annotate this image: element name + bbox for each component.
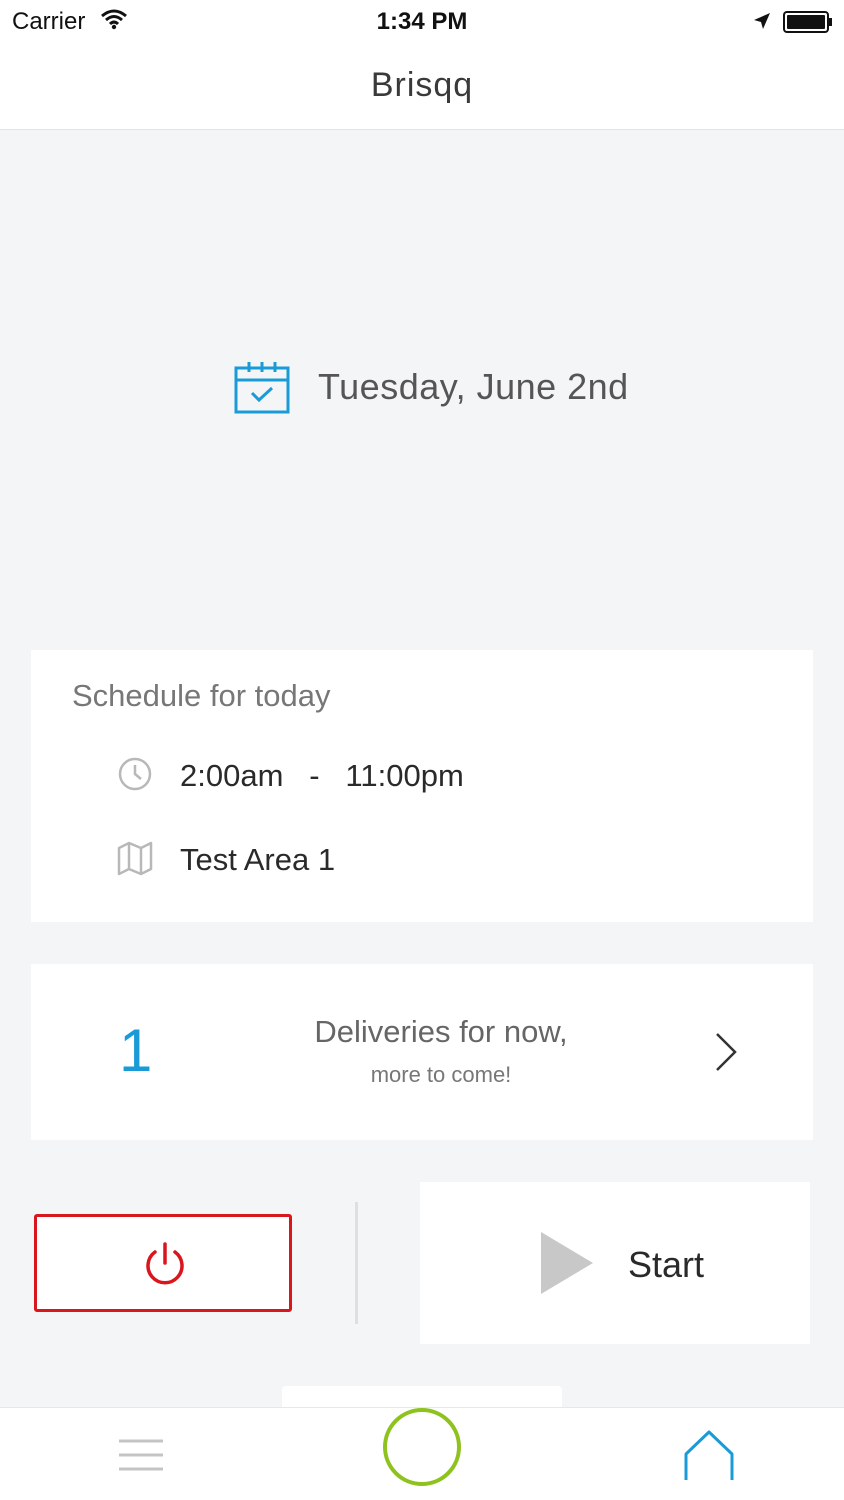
schedule-start-time: 2:00am (180, 758, 284, 793)
clock-icon (117, 756, 153, 797)
play-icon (539, 1230, 595, 1301)
nav-bar: Brisqq (0, 44, 844, 130)
power-icon (143, 1241, 187, 1292)
status-time: 1:34 PM (376, 8, 468, 35)
power-off-button[interactable] (34, 1214, 292, 1312)
home-icon[interactable] (682, 1430, 736, 1487)
page-title: Brisqq (370, 66, 474, 104)
schedule-time-range: 2:00am - 11:00pm (180, 758, 464, 794)
location-arrow-icon (752, 10, 772, 38)
chevron-right-icon (713, 1030, 739, 1079)
date-label: Tuesday, June 2nd (318, 366, 629, 407)
battery-icon (783, 11, 833, 40)
schedule-time-separator: - (309, 758, 320, 793)
action-divider (355, 1202, 358, 1324)
status-bar: Carrier 1:34 PM (0, 0, 844, 44)
start-button[interactable]: Start (420, 1182, 810, 1344)
calendar-check-icon (232, 360, 292, 419)
date-row: Tuesday, June 2nd (0, 356, 844, 420)
schedule-end-time: 11:00pm (345, 758, 464, 793)
schedule-heading: Schedule for today (72, 678, 331, 713)
map-icon (117, 840, 153, 881)
schedule-area: Test Area 1 (180, 842, 336, 877)
menu-icon[interactable] (118, 1438, 164, 1477)
schedule-card: Schedule for today 2:00am - 11:00pm Test… (31, 650, 813, 922)
start-label: Start (628, 1244, 705, 1285)
circle-icon[interactable] (383, 1408, 461, 1486)
deliveries-card[interactable]: 1 Deliveries for now, more to come! (31, 964, 813, 1140)
